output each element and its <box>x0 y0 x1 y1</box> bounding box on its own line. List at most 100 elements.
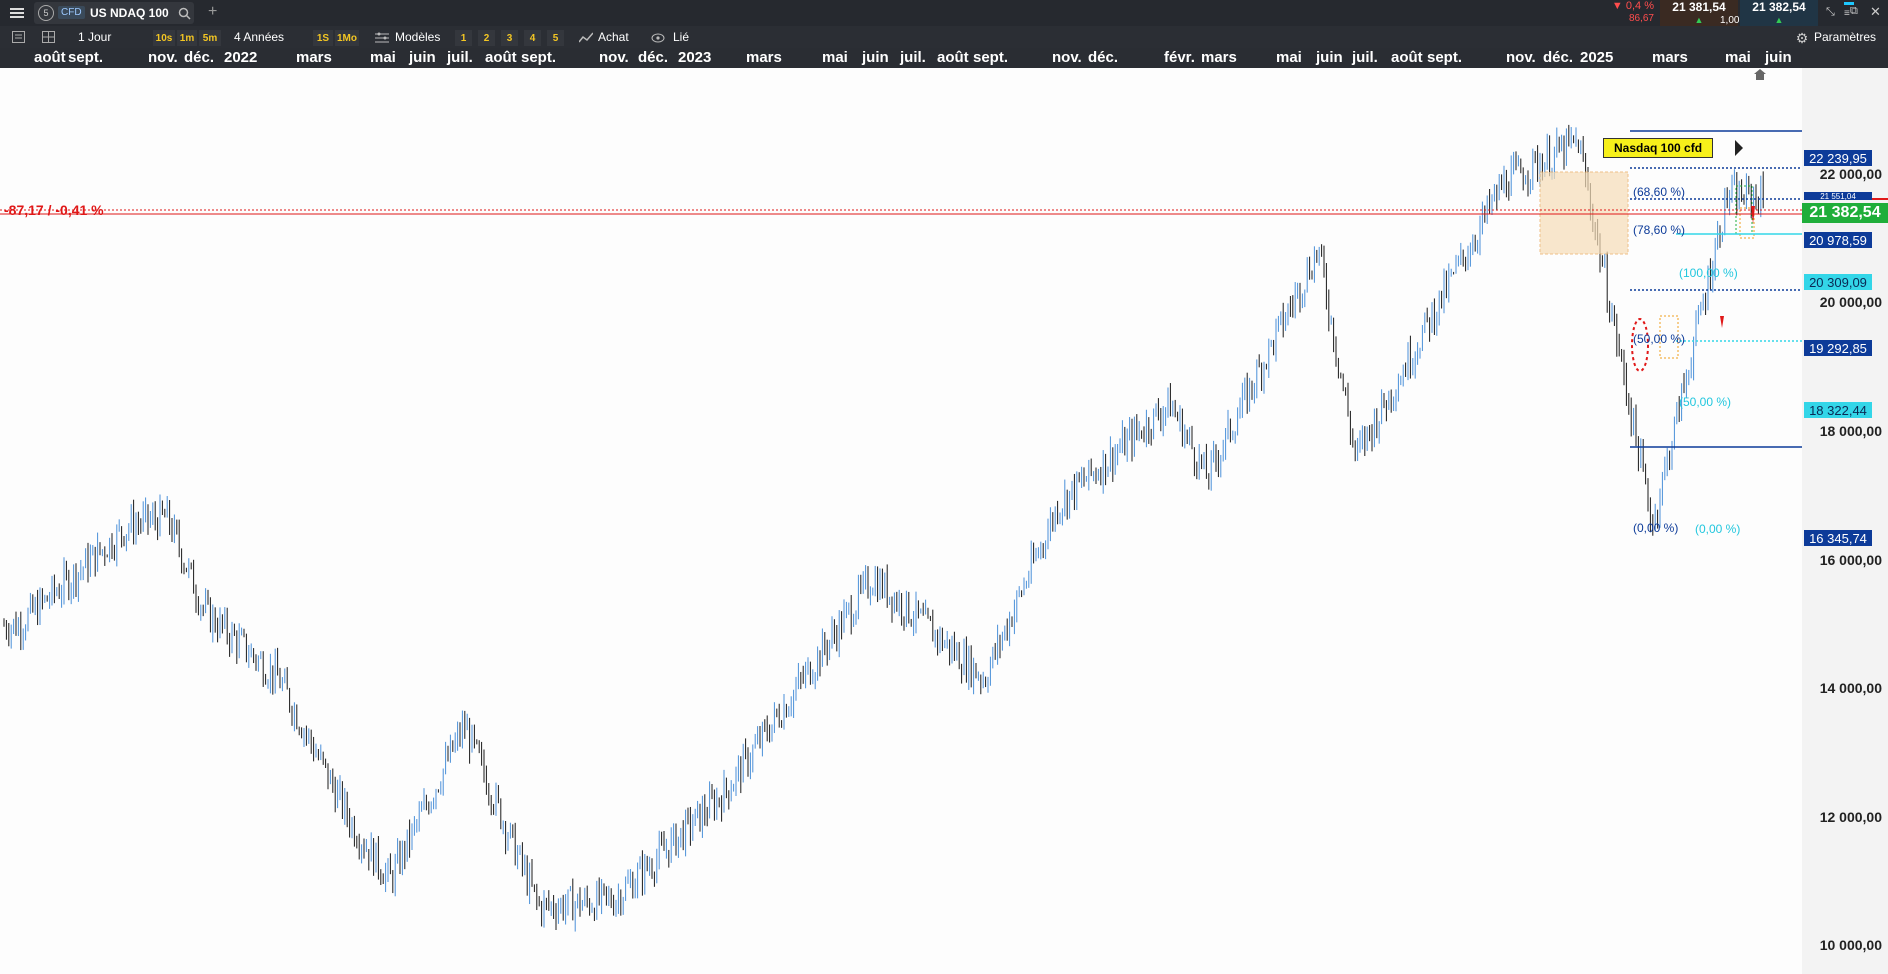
month-label: mars <box>746 49 782 66</box>
fib-label-0-ext: (0,00 %) <box>1695 522 1741 536</box>
y-tick: 20 000,00 <box>1819 294 1882 310</box>
month-label: nov. <box>599 49 629 66</box>
buy-price-box[interactable]: 21 382,54 ▲ <box>1740 0 1818 26</box>
month-label: juil. <box>1352 49 1378 66</box>
buy-button[interactable]: Achat <box>598 30 629 44</box>
month-label: juin <box>862 49 889 66</box>
instrument-tab[interactable]: 5 CFD US NDAQ 100 <box>34 2 194 24</box>
change-box: ▼ 0,4 % 86,67 <box>1598 0 1658 26</box>
price-axis-red-marker <box>1872 198 1888 200</box>
period-1s[interactable]: 1S <box>313 30 333 46</box>
month-label: 2023 <box>678 49 712 66</box>
month-label: sept. <box>68 49 104 66</box>
panel-icon[interactable] <box>10 29 26 45</box>
month-label: août <box>1391 49 1423 66</box>
range-selector[interactable]: 4 Années <box>234 30 284 44</box>
sell-price: 21 381,54 <box>1672 0 1726 14</box>
fib-label-0: (0,00 %) <box>1633 521 1679 535</box>
month-label: nov. <box>1506 49 1536 66</box>
month-label: nov. <box>1052 49 1082 66</box>
instrument-label-text: Nasdaq 100 cfd <box>1614 141 1703 155</box>
buy-icon[interactable] <box>578 30 594 46</box>
period-1mo[interactable]: 1Mo <box>335 30 359 46</box>
y-tick: 14 000,00 <box>1819 680 1882 696</box>
y-tick: 16 000,00 <box>1819 552 1882 568</box>
link-icon[interactable] <box>650 30 666 46</box>
price-tag-low: 16 345,74 <box>1804 530 1872 546</box>
month-label: juin <box>1765 49 1792 66</box>
layout-4[interactable]: 4 <box>524 30 541 46</box>
y-tick: 18 000,00 <box>1819 423 1882 439</box>
month-label: déc. <box>1543 49 1574 66</box>
down-arrow-marker <box>1720 316 1724 328</box>
month-label: nov. <box>148 49 178 66</box>
price-tag-ext50: 18 322,44 <box>1804 402 1872 418</box>
minimize-icon[interactable]: ≡ <box>1844 8 1850 19</box>
grid-layout-icon[interactable] <box>40 29 56 45</box>
month-label: juil. <box>447 49 473 66</box>
close-icon[interactable]: ✕ <box>1870 4 1881 20</box>
menu-icon[interactable] <box>8 5 26 21</box>
settings-gear-icon[interactable]: ⚙ <box>1794 30 1810 46</box>
instrument-name: US NDAQ 100 <box>90 6 169 20</box>
layout-3[interactable]: 3 <box>501 30 518 46</box>
month-label: août <box>937 49 969 66</box>
layout-1[interactable]: 1 <box>455 30 472 46</box>
y-tick: 12 000,00 <box>1819 809 1882 825</box>
month-label: juin <box>1316 49 1343 66</box>
month-label: mars <box>1201 49 1237 66</box>
layout-2[interactable]: 2 <box>478 30 495 46</box>
y-tick: 10 000,00 <box>1819 937 1882 953</box>
month-label: mai <box>1276 49 1302 66</box>
month-label: mars <box>296 49 332 66</box>
fib-label-ext50: (50,00 %) <box>1679 395 1732 409</box>
month-label: mars <box>1652 49 1688 66</box>
y-tick: 22 000,00 <box>1819 166 1882 182</box>
month-label: 2022 <box>224 49 258 66</box>
popout-icon[interactable]: ⧉ <box>1850 5 1858 18</box>
month-label: juil. <box>900 49 926 66</box>
month-label: août <box>34 49 66 66</box>
month-label: juin <box>409 49 436 66</box>
month-label: sept. <box>973 49 1009 66</box>
time-axis: août sept. nov. déc. 2022 mars mai juin … <box>0 48 1888 68</box>
search-icon[interactable] <box>176 5 192 21</box>
models-button[interactable]: Modèles <box>395 30 440 44</box>
month-label: sept. <box>521 49 557 66</box>
period-selector[interactable]: 1 Jour <box>78 30 111 44</box>
fib-label-100: (100,00 %) <box>1679 266 1738 280</box>
interval-10s[interactable]: 10s <box>153 30 175 46</box>
interval-5m[interactable]: 5m <box>199 30 221 46</box>
month-label: mai <box>822 49 848 66</box>
settings-button[interactable]: Paramètres <box>1814 30 1876 44</box>
price-tag-100: 20 309,09 <box>1804 274 1872 290</box>
month-label: déc. <box>638 49 669 66</box>
add-tab-button[interactable]: + <box>208 3 217 21</box>
clock-icon: 5 <box>38 5 54 21</box>
models-icon[interactable] <box>374 30 390 46</box>
month-label: sept. <box>1427 49 1463 66</box>
spread: 1,00 <box>1720 15 1740 26</box>
fib-label-618: (68,60 %) <box>1633 185 1686 199</box>
price-chart[interactable] <box>0 68 1802 974</box>
month-label: déc. <box>184 49 215 66</box>
interval-1m[interactable]: 1m <box>177 30 197 46</box>
month-label: févr. <box>1164 49 1195 66</box>
layout-5[interactable]: 5 <box>547 30 564 46</box>
change-overlay: -87,17 / -0,41 % <box>4 202 104 218</box>
undock-icon[interactable]: ⤡ <box>1826 6 1835 19</box>
month-label: 2025 <box>1580 49 1614 66</box>
fib-label-50: (50,00 %) <box>1633 332 1686 346</box>
top-bar: 5 CFD US NDAQ 100 + ▼ 0,4 % 86,67 21 381… <box>0 0 1888 26</box>
month-label: août <box>485 49 517 66</box>
current-price-tag: 21 382,54 <box>1802 203 1888 223</box>
buy-price: 21 382,54 <box>1752 0 1806 14</box>
cfd-badge: CFD <box>58 6 85 19</box>
change-points: 86,67 <box>1628 13 1654 24</box>
label-pointer <box>1735 140 1743 156</box>
price-tag-50: 19 292,85 <box>1804 340 1872 356</box>
month-label: mai <box>370 49 396 66</box>
month-label: déc. <box>1088 49 1119 66</box>
linked-button[interactable]: Lié <box>673 30 689 44</box>
price-tag-786: 20 978,59 <box>1804 232 1872 248</box>
